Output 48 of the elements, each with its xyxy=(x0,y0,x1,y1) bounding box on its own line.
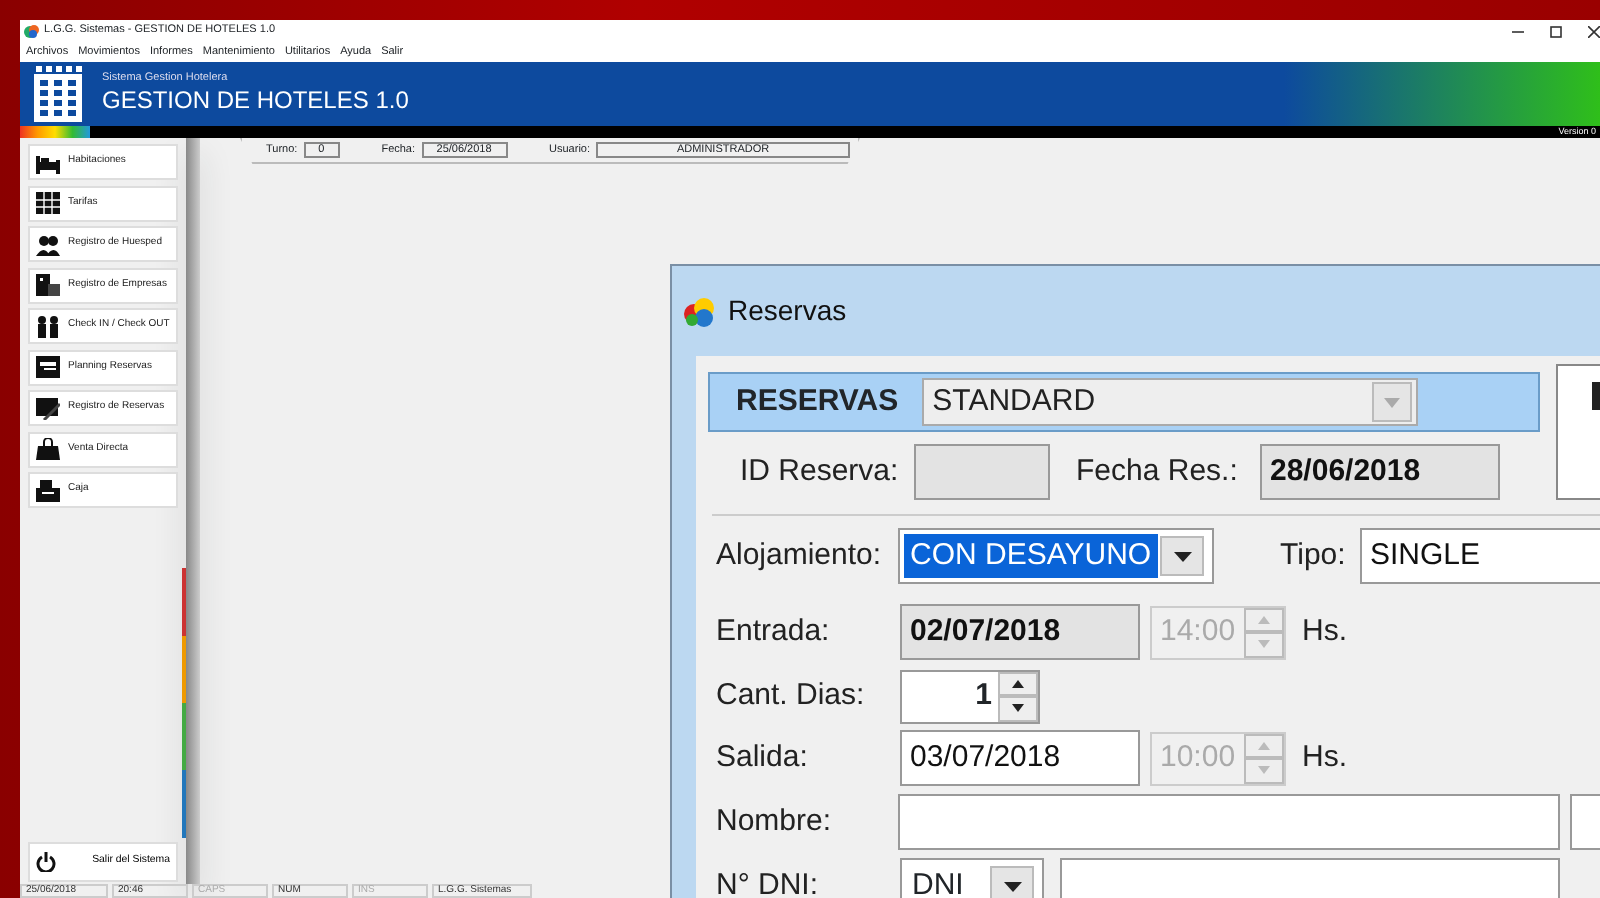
window-icon xyxy=(36,356,60,378)
caret-down-icon xyxy=(1012,704,1024,713)
side-button[interactable] xyxy=(1556,364,1600,500)
dropdown-field[interactable]: CON DESAYUNO xyxy=(898,528,1214,584)
text-field[interactable]: 03/07/2018 xyxy=(900,730,1140,786)
hotel-building-icon xyxy=(30,64,86,124)
text-field[interactable]: SINGLE xyxy=(1360,528,1600,584)
caret-down-icon xyxy=(1384,397,1401,407)
document-pen-icon xyxy=(36,397,60,419)
caret-up-icon xyxy=(1012,679,1024,688)
field-label: Hs. xyxy=(1302,611,1349,652)
minimize-icon xyxy=(1512,25,1524,37)
dialog-title: Reservas xyxy=(728,292,847,330)
field-label: Nombre: xyxy=(716,801,834,842)
field-label: Entrada: xyxy=(716,611,832,652)
grid-icon xyxy=(36,192,60,214)
maximize-icon xyxy=(1550,25,1562,37)
field-label: Salida: xyxy=(716,737,810,778)
field-label: Alojamiento: xyxy=(716,535,884,576)
caret-down-icon xyxy=(1003,881,1021,891)
caret-down-icon xyxy=(1258,640,1270,649)
text-field[interactable] xyxy=(1060,858,1560,898)
dropdown-field[interactable]: DNI xyxy=(900,858,1044,898)
text-field[interactable] xyxy=(898,794,1560,850)
people-icon xyxy=(36,315,60,337)
field-label: ID Reserva: xyxy=(740,451,901,492)
caret-up-icon xyxy=(1258,741,1270,750)
caret-down-icon xyxy=(1258,766,1270,775)
rainbow-strip xyxy=(20,126,90,138)
bed-icon xyxy=(36,151,60,173)
shopping-bag-icon xyxy=(36,438,60,460)
reservation-type-label: RESERVAS xyxy=(736,381,899,422)
field-label: Hs. xyxy=(1302,737,1349,778)
field-label: Fecha Res.: xyxy=(1076,451,1240,492)
spinner-field[interactable]: 1 xyxy=(900,669,1040,723)
caret-down-icon xyxy=(1173,551,1191,561)
app-title: GESTION DE HOTELES 1.0 xyxy=(102,85,409,114)
colored-circles-icon xyxy=(682,295,718,327)
field-label: Tipo: xyxy=(1280,535,1348,576)
cash-register-icon xyxy=(36,479,60,501)
building-icon xyxy=(36,274,60,296)
caret-up-icon xyxy=(1258,615,1270,624)
close-icon xyxy=(1588,25,1600,37)
field-label: Cant. Dias: xyxy=(716,675,867,716)
people-icon xyxy=(36,233,60,255)
power-icon xyxy=(36,852,56,872)
app-icon xyxy=(24,24,40,38)
field-label: N° DNI: xyxy=(716,865,820,898)
